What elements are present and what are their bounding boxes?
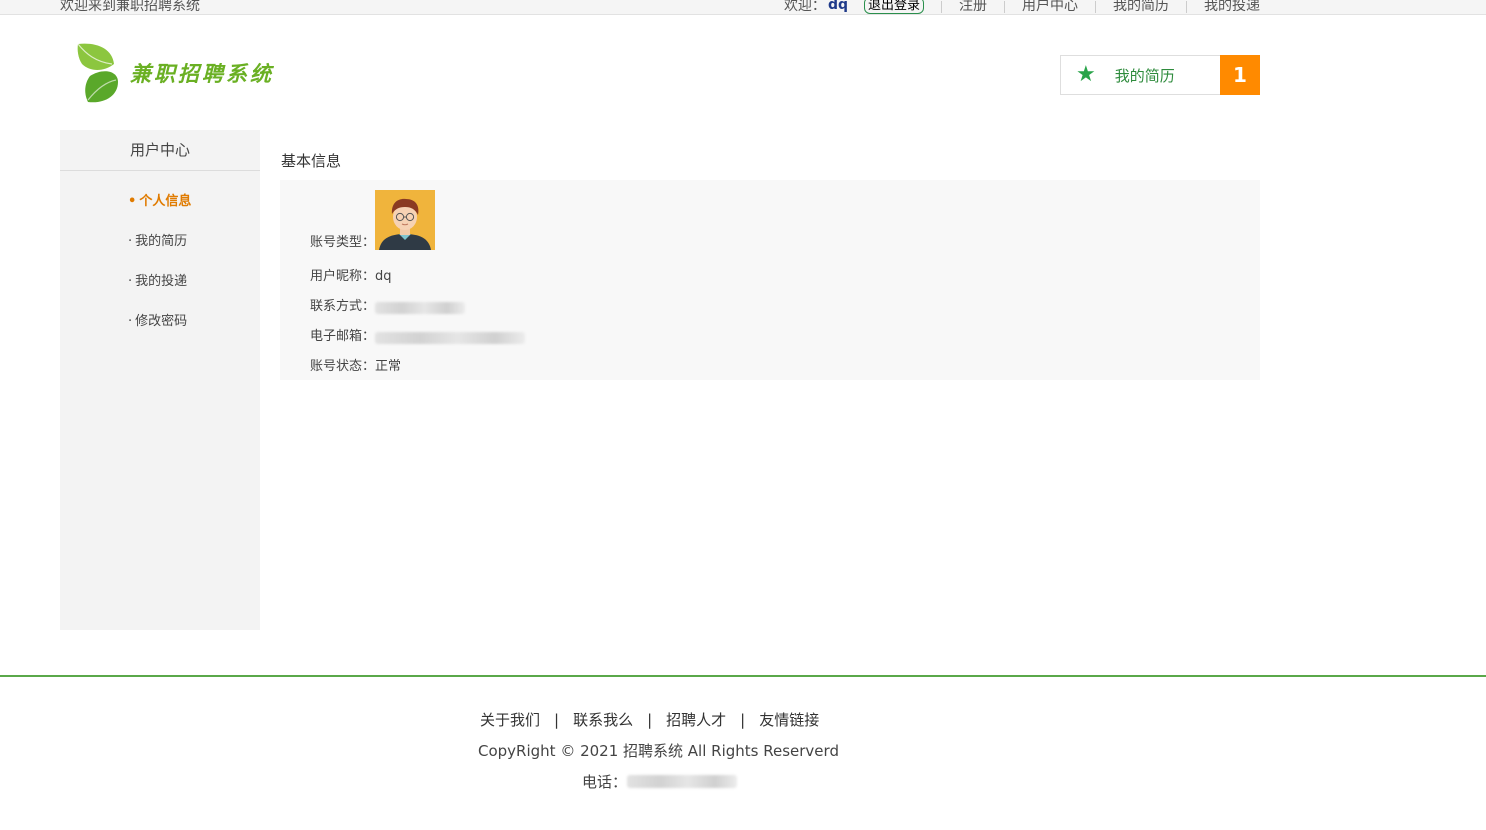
phone-value-redacted	[627, 775, 738, 788]
logo-text: 兼职招聘系统	[130, 61, 274, 86]
footer-separator: |	[554, 711, 560, 729]
nav-separator	[941, 1, 942, 13]
nickname-row: 用户昵称： dq	[310, 265, 392, 284]
leaf-logo-icon	[77, 43, 118, 103]
star-icon: ★	[1076, 62, 1096, 87]
sidebar-item-label: 修改密码	[135, 314, 188, 329]
footer-phone: 电话：	[582, 771, 738, 792]
footer-links: 关于我们 | 联系我么 | 招聘人才 | 友情链接	[480, 709, 819, 730]
footer-separator: |	[740, 711, 746, 729]
phone-label: 电话：	[582, 773, 628, 791]
nickname-value: dq	[375, 269, 392, 284]
footer-separator: |	[647, 711, 653, 729]
logout-button[interactable]: 退出登录	[863, 0, 924, 14]
sidebar-item-change-password[interactable]: · 修改密码	[60, 312, 260, 352]
site-logo[interactable]: 兼职招聘系统	[76, 42, 274, 104]
copyright-text: CopyRight © 2021 招聘系统 All Rights Reserve…	[478, 742, 839, 760]
email-label: 电子邮箱：	[310, 329, 376, 344]
footer-link-recruit[interactable]: 招聘人才	[666, 711, 726, 729]
nav-separator	[1186, 1, 1187, 13]
nav-user-center-link[interactable]: 用户中心	[1022, 0, 1078, 14]
user-avatar-icon	[375, 190, 436, 250]
my-resume-label: 我的简历	[1114, 66, 1175, 85]
footer-divider	[0, 675, 1486, 677]
avatar	[375, 190, 436, 250]
sidebar: 用户中心 • 个人信息 · 我的简历 · 我的投递 · 修改密码	[60, 130, 260, 630]
status-value: 正常	[375, 359, 402, 374]
my-resume-widget[interactable]: ★ 我的简历 1	[1060, 55, 1260, 95]
welcome-prefix: 欢迎：	[783, 0, 826, 14]
footer-link-friends[interactable]: 友情链接	[759, 711, 819, 729]
sidebar-menu: • 个人信息 · 我的简历 · 我的投递 · 修改密码	[60, 192, 260, 352]
contact-label: 联系方式：	[310, 299, 376, 314]
section-title: 基本信息	[281, 152, 342, 170]
status-label: 账号状态：	[310, 359, 376, 374]
top-bar: 欢迎来到兼职招聘系统 欢迎： dq 退出登录 注册 用户中心 我的简历 我的投递	[0, 0, 1486, 15]
basic-info-panel: 账号类型： 用户昵称： dq 联系方式： 电子邮箱： 账号状态： 正常	[280, 180, 1260, 380]
sidebar-item-label: 我的简历	[135, 234, 188, 249]
nav-separator	[1004, 1, 1005, 13]
nav-my-resume-link[interactable]: 我的简历	[1113, 0, 1169, 14]
resume-count-badge: 1	[1220, 55, 1260, 95]
bullet-icon: ·	[128, 314, 133, 329]
bullet-icon: ·	[128, 234, 133, 249]
nav-my-applications-link[interactable]: 我的投递	[1204, 0, 1260, 14]
top-user-nav: 欢迎： dq 退出登录 注册 用户中心 我的简历 我的投递	[783, 0, 1260, 14]
status-row: 账号状态： 正常	[310, 355, 401, 374]
contact-value-redacted	[375, 302, 466, 314]
account-type-label: 账号类型：	[310, 235, 376, 250]
sidebar-item-personal-info[interactable]: • 个人信息	[60, 192, 260, 232]
nav-separator	[1095, 1, 1096, 13]
user-name[interactable]: dq	[828, 0, 848, 13]
contact-row: 联系方式：	[310, 295, 466, 314]
sidebar-item-label: 个人信息	[139, 194, 192, 209]
bullet-icon: •	[128, 194, 137, 209]
sidebar-title: 用户中心	[60, 130, 260, 171]
nickname-label: 用户昵称：	[310, 269, 376, 284]
bullet-icon: ·	[128, 274, 133, 289]
account-type-row: 账号类型：	[310, 190, 436, 250]
sidebar-item-label: 我的投递	[135, 274, 188, 289]
nav-register-link[interactable]: 注册	[959, 0, 987, 14]
footer-link-contact[interactable]: 联系我么	[573, 711, 633, 729]
sidebar-item-my-resume[interactable]: · 我的简历	[60, 232, 260, 272]
sidebar-item-my-applications[interactable]: · 我的投递	[60, 272, 260, 312]
site-welcome-text: 欢迎来到兼职招聘系统	[60, 0, 200, 14]
email-row: 电子邮箱：	[310, 325, 526, 344]
footer-link-about[interactable]: 关于我们	[480, 711, 540, 729]
email-value-redacted	[375, 332, 526, 344]
